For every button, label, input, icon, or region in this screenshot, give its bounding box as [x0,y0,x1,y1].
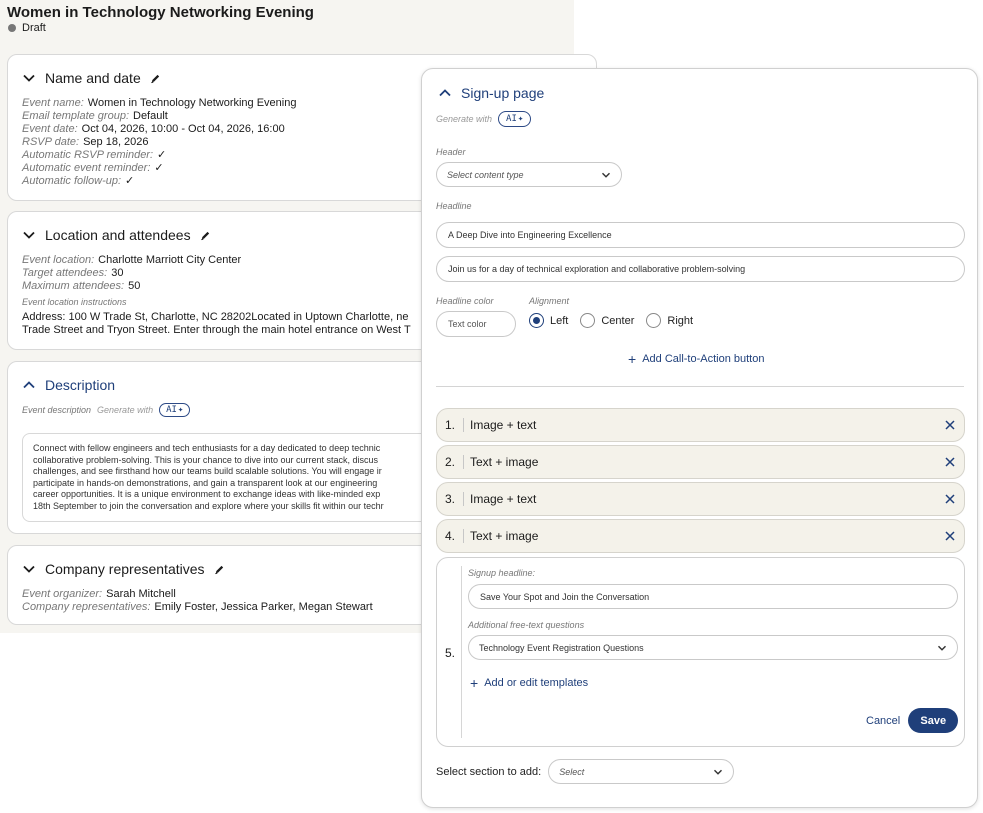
pencil-icon[interactable] [200,230,211,241]
location-title: Location and attendees [45,227,191,243]
chevron-down-icon[interactable] [22,228,36,242]
event-location-row: Event location: Charlotte Marriott City C… [22,254,242,266]
name-and-date-header[interactable]: Name and date [22,70,161,86]
signup-page-title: Sign-up page [461,85,545,101]
company-header[interactable]: Company representatives [22,561,225,577]
generate-with-label: Generate with [436,114,493,124]
radio-checked-icon[interactable] [529,313,544,328]
signup-page-header[interactable]: Sign-up page [438,85,544,101]
close-icon[interactable] [944,419,956,431]
sparkle-icon: ✦ [517,114,524,124]
headline-input[interactable]: A Deep Dive into Engineering Excellence [436,222,965,248]
select-section-label: Select section to add: [436,765,542,778]
save-button[interactable]: Save [908,708,959,733]
section-item[interactable]: 1. Image + text [436,408,965,442]
chevron-down-icon[interactable] [22,562,36,576]
text-color-input[interactable]: Text color [436,311,516,337]
section-actions: Cancel Save [866,708,959,733]
section-item[interactable]: 2. Text + image [436,445,965,479]
header-label: Header [436,147,466,157]
add-cta-button[interactable]: + Add Call-to-Action button [628,350,764,367]
event-organizer-row: Event organizer: Sarah Mitchell [22,588,176,600]
cancel-button[interactable]: Cancel [866,715,900,727]
signup-headline-label: Signup headline: [468,568,536,578]
chevron-down-icon[interactable] [22,71,36,85]
location-instructions-label: Event location instructions [22,297,127,307]
chevron-down-icon [714,769,723,775]
plus-icon: + [470,674,479,691]
alignment-label: Alignment [529,296,570,306]
status-dot-icon [8,24,16,32]
page-title: Women in Technology Networking Evening [7,4,314,21]
close-icon[interactable] [944,493,956,505]
sparkle-icon: ✦ [177,405,184,415]
chevron-down-icon [937,645,947,651]
chevron-up-icon[interactable] [22,378,36,392]
questions-template-select[interactable]: Technology Event Registration Questions [468,635,958,660]
status-text: Draft [22,22,46,34]
header-content-type-select[interactable]: Select content type [436,162,622,187]
description-label-row: Event description Generate with AI ✦ [22,403,191,417]
ai-generate-button[interactable]: AI ✦ [498,111,532,127]
check-icon: ✓ [154,162,164,174]
alignment-radio-group: Left Center Right [529,313,699,328]
rsvp-date-row: RSVP date: Sep 18, 2026 [22,136,149,148]
location-instructions-line: Trade Street and Tryon Street. Enter thr… [22,324,411,336]
subheadline-input[interactable]: Join us for a day of technical explorati… [436,256,965,282]
follow-up-row: Automatic follow-up: ✓ [22,175,135,187]
divider [436,386,964,387]
chevron-down-icon [601,172,611,178]
ai-generate-button[interactable]: AI ✦ [159,403,191,417]
select-section-dropdown[interactable]: Select [548,759,735,784]
generate-with-label: Generate with [97,405,154,415]
company-title: Company representatives [45,561,205,577]
check-icon: ✓ [157,149,167,161]
section-number: 5. [445,646,456,660]
alignment-right-option[interactable]: Right [646,313,693,328]
description-title: Description [45,377,116,393]
event-date-row: Event date: Oct 04, 2026, 10:00 - Oct 04,… [22,123,285,135]
status-badge: Draft [8,22,46,34]
pencil-icon[interactable] [150,73,161,84]
add-edit-templates-button[interactable]: + Add or edit templates [470,674,588,691]
description-header[interactable]: Description [22,377,115,393]
target-attendees-row: Target attendees: 30 [22,267,124,279]
select-section-row: Select section to add: Select [436,759,735,784]
location-instructions-line: Address: 100 W Trade St, Charlotte, NC 2… [22,311,409,323]
representatives-row: Company representatives: Emily Foster, Je… [22,601,373,613]
event-reminder-row: Automatic event reminder: ✓ [22,162,164,174]
close-icon[interactable] [944,530,956,542]
chevron-up-icon[interactable] [438,86,452,100]
headline-label: Headline [436,201,472,211]
pencil-icon[interactable] [214,564,225,575]
signup-headline-input[interactable]: Save Your Spot and Join the Conversation [468,584,958,609]
signup-section-editor: 5. Signup headline: Save Your Spot and J… [436,557,965,747]
event-name-row: Event name: Women in Technology Networkin… [22,97,297,109]
plus-icon: + [628,350,637,367]
generate-with-row: Generate with AI ✦ [436,111,532,127]
radio-icon[interactable] [646,313,662,328]
signup-page-panel: Sign-up page Generate with AI ✦ Header Se… [421,68,978,808]
close-icon[interactable] [944,456,956,468]
radio-icon[interactable] [580,313,596,328]
questions-label: Additional free-text questions [468,620,585,630]
max-attendees-row: Maximum attendees: 50 [22,280,141,292]
location-header[interactable]: Location and attendees [22,227,211,243]
headline-color-label: Headline color [436,296,494,306]
rsvp-reminder-row: Automatic RSVP reminder: ✓ [22,149,167,161]
section-item[interactable]: 4. Text + image [436,519,965,553]
alignment-center-option[interactable]: Center [580,313,634,328]
section-item[interactable]: 3. Image + text [436,482,965,516]
event-description-label: Event description [22,405,92,415]
email-template-row: Email template group: Default [22,110,168,122]
alignment-left-option[interactable]: Left [529,313,568,328]
name-and-date-title: Name and date [45,70,141,86]
check-icon: ✓ [125,175,135,187]
